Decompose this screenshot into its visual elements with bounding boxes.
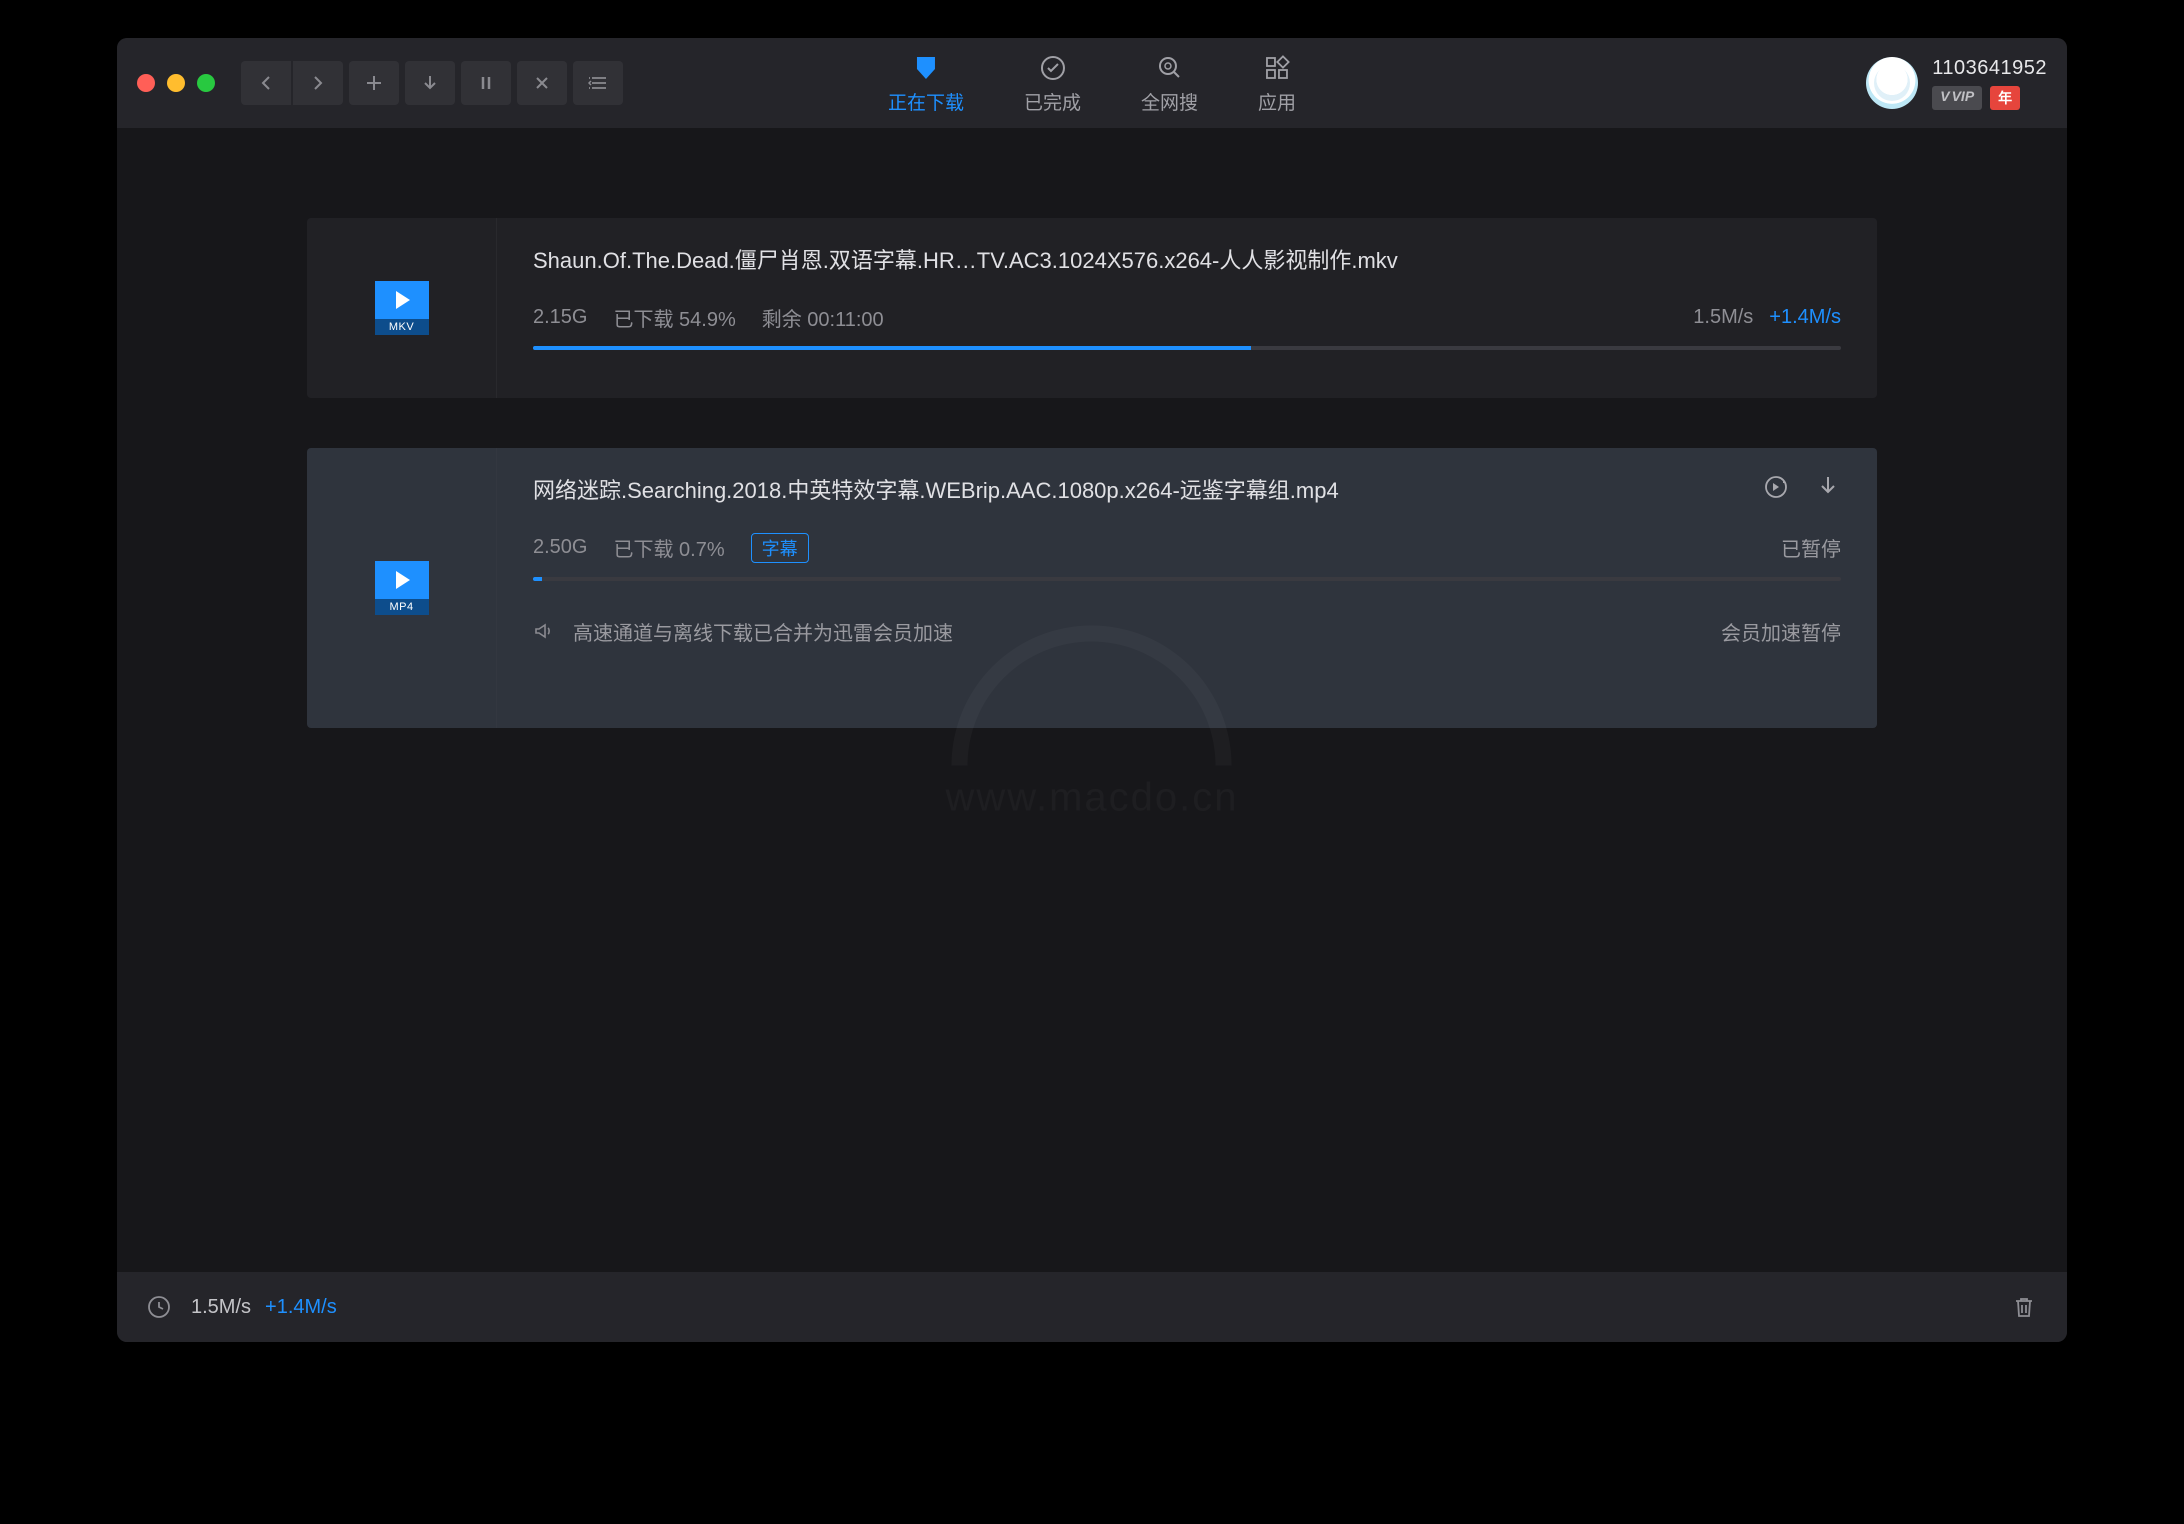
traffic-lights bbox=[137, 74, 215, 92]
tab-label: 应用 bbox=[1258, 88, 1296, 115]
avatar[interactable] bbox=[1866, 57, 1918, 109]
user-id: 1103641952 bbox=[1932, 57, 2047, 80]
add-button[interactable] bbox=[349, 61, 399, 105]
file-icon-column: MP4 bbox=[307, 448, 497, 728]
download-item[interactable]: MP4 网络迷踪.Searching.2018.中英特效字幕.WEBrip.AA… bbox=[307, 448, 1877, 728]
speed-boost: +1.4M/s bbox=[1769, 306, 1841, 329]
speed: 1.5M/s bbox=[1693, 306, 1753, 329]
search-icon bbox=[1156, 52, 1184, 84]
tab-apps[interactable]: 应用 bbox=[1258, 52, 1296, 115]
file-icon-column: MKV bbox=[307, 218, 497, 398]
file-ext: MP4 bbox=[375, 599, 429, 615]
time-remaining: 剩余 00:11:00 bbox=[762, 303, 884, 332]
tab-search[interactable]: 全网搜 bbox=[1141, 52, 1198, 115]
item-actions bbox=[1761, 472, 1843, 502]
promo-row: 高速通道与离线下载已合并为迅雷会员加速 会员加速暂停 bbox=[533, 617, 1841, 646]
check-circle-icon bbox=[1038, 52, 1066, 84]
nav-tabs: 正在下载 已完成 全网搜 应用 bbox=[888, 52, 1296, 115]
close-button[interactable] bbox=[137, 74, 155, 92]
tab-downloading[interactable]: 正在下载 bbox=[888, 52, 964, 115]
progress-bar bbox=[533, 346, 1841, 350]
promo-text: 高速通道与离线下载已合并为迅雷会员加速 bbox=[573, 617, 953, 646]
user-area[interactable]: 1103641952 VVIP 年 bbox=[1866, 57, 2047, 110]
pause-button[interactable] bbox=[461, 61, 511, 105]
forward-button[interactable] bbox=[293, 61, 343, 105]
downloaded-pct: 已下载 0.7% bbox=[613, 533, 724, 562]
file-ext: MKV bbox=[375, 319, 429, 335]
toolbar bbox=[241, 61, 623, 105]
tab-label: 全网搜 bbox=[1141, 88, 1198, 115]
file-size: 2.50G bbox=[533, 536, 587, 559]
download-icon bbox=[911, 52, 941, 84]
clock-icon bbox=[147, 1295, 171, 1319]
tab-completed[interactable]: 已完成 bbox=[1024, 52, 1081, 115]
delete-button[interactable] bbox=[517, 61, 567, 105]
trash-button[interactable] bbox=[2011, 1294, 2037, 1320]
maximize-button[interactable] bbox=[197, 74, 215, 92]
app-window: 正在下载 已完成 全网搜 应用 bbox=[117, 38, 2067, 1342]
apps-icon bbox=[1263, 52, 1291, 84]
status-boost: +1.4M/s bbox=[265, 1296, 337, 1319]
user-badges: VVIP 年 bbox=[1932, 86, 2047, 110]
statusbar: 1.5M/s +1.4M/s bbox=[117, 1272, 2067, 1342]
file-size: 2.15G bbox=[533, 306, 587, 329]
status-speed: 1.5M/s bbox=[191, 1296, 251, 1319]
list-button[interactable] bbox=[573, 61, 623, 105]
content-area: www.macdo.cn MKV Shaun.Of.The.Dead.僵尸肖恩.… bbox=[117, 128, 2067, 1272]
filename: 网络迷踪.Searching.2018.中英特效字幕.WEBrip.AAC.10… bbox=[533, 476, 1841, 507]
downloaded-pct: 已下载 54.9% bbox=[613, 303, 735, 332]
subtitle-chip[interactable]: 字幕 bbox=[751, 533, 809, 563]
file-icon: MKV bbox=[375, 281, 429, 335]
megaphone-icon bbox=[533, 620, 555, 642]
titlebar: 正在下载 已完成 全网搜 应用 bbox=[117, 38, 2067, 128]
tab-label: 正在下载 bbox=[888, 88, 964, 115]
start-button[interactable] bbox=[405, 61, 455, 105]
progress-fill bbox=[533, 577, 542, 581]
tab-label: 已完成 bbox=[1024, 88, 1081, 115]
file-icon: MP4 bbox=[375, 561, 429, 615]
back-button[interactable] bbox=[241, 61, 291, 105]
minimize-button[interactable] bbox=[167, 74, 185, 92]
progress-bar bbox=[533, 577, 1841, 581]
replay-button[interactable] bbox=[1761, 472, 1791, 502]
download-item[interactable]: MKV Shaun.Of.The.Dead.僵尸肖恩.双语字幕.HR…TV.AC… bbox=[307, 218, 1877, 398]
filename: Shaun.Of.The.Dead.僵尸肖恩.双语字幕.HR…TV.AC3.10… bbox=[533, 246, 1841, 277]
resume-button[interactable] bbox=[1813, 472, 1843, 502]
stats-row: 2.15G 已下载 54.9% 剩余 00:11:00 1.5M/s +1.4M… bbox=[533, 303, 1841, 332]
vip-badge: VVIP bbox=[1932, 86, 1982, 110]
year-badge: 年 bbox=[1990, 86, 2020, 110]
progress-fill bbox=[533, 346, 1251, 350]
stats-row: 2.50G 已下载 0.7% 字幕 已暂停 bbox=[533, 533, 1841, 563]
user-info: 1103641952 VVIP 年 bbox=[1932, 57, 2047, 110]
promo-status: 会员加速暂停 bbox=[1721, 617, 1841, 646]
status-label: 已暂停 bbox=[1781, 533, 1841, 562]
